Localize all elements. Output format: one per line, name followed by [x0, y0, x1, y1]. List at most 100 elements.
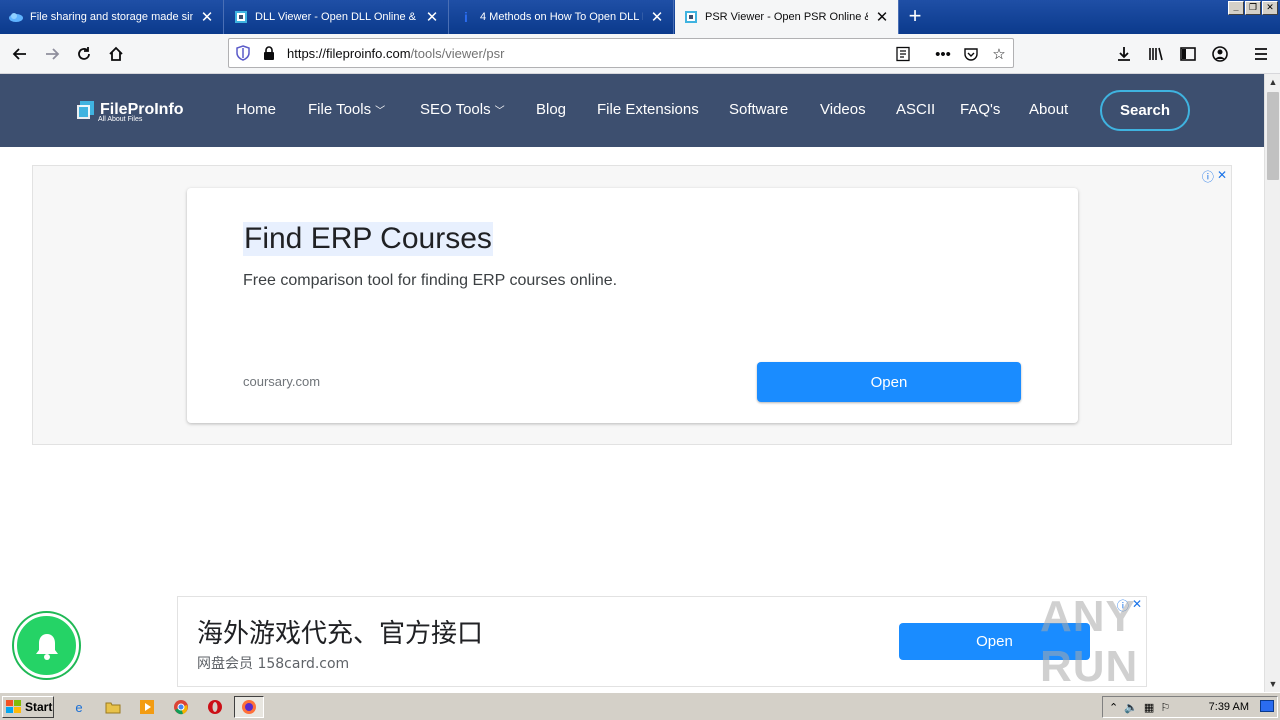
scroll-down-arrow-icon[interactable]: ▼: [1265, 676, 1280, 692]
bell-icon: [35, 633, 58, 660]
ad-headline[interactable]: Find ERP Courses: [243, 222, 493, 256]
account-icon[interactable]: [1206, 40, 1234, 68]
url-host: https://fileproinfo.com: [287, 46, 411, 61]
start-button[interactable]: Start: [2, 696, 54, 718]
close-icon[interactable]: ✕: [649, 9, 665, 26]
url-path: /tools/viewer/psr: [410, 46, 505, 61]
ad-headline[interactable]: 海外游戏代充、官方接口: [197, 613, 483, 650]
menu-label: File Tools: [308, 101, 372, 118]
info-icon: i: [464, 9, 468, 25]
menu-label: Videos: [820, 101, 866, 118]
ad-domain[interactable]: coursary.com: [243, 374, 320, 389]
tab-dll-viewer[interactable]: DLL Viewer - Open DLL Online & Fr ✕: [225, 0, 449, 34]
reader-view-icon[interactable]: [893, 44, 913, 64]
search-button[interactable]: Search: [1100, 90, 1190, 131]
show-desktop-icon[interactable]: [1260, 700, 1274, 712]
tab-4-methods[interactable]: i 4 Methods on How To Open DLL Fi ✕: [450, 0, 674, 34]
menu-label: ASCII: [896, 101, 936, 118]
menu-ascii[interactable]: ASCII: [896, 101, 935, 118]
firefox-taskbar-item[interactable]: [234, 696, 264, 718]
notification-bell-button[interactable]: [14, 613, 79, 678]
menu-seo-tools[interactable]: SEO Tools ﹀: [420, 101, 505, 118]
clock[interactable]: 7:39 AM: [1209, 701, 1249, 713]
chrome-icon[interactable]: [172, 698, 190, 716]
close-icon[interactable]: ✕: [199, 9, 215, 26]
page-actions-icon[interactable]: •••: [933, 44, 953, 64]
page-scrollbar[interactable]: ▲ ▼: [1264, 74, 1280, 692]
sidebar-icon[interactable]: [1174, 40, 1202, 68]
menu-label: FAQ's: [960, 101, 1001, 118]
menu-blog[interactable]: Blog: [536, 101, 566, 118]
ad-info-icon[interactable]: ⓘ: [1202, 168, 1214, 185]
pocket-icon[interactable]: [961, 44, 981, 64]
ad-open-button[interactable]: Open: [757, 362, 1021, 402]
logo-mark-icon: [76, 100, 96, 120]
anyrun-watermark: ANY RUN: [1040, 592, 1139, 691]
reload-button[interactable]: [70, 40, 98, 68]
menu-file-extensions[interactable]: File Extensions: [597, 101, 699, 118]
ad-subtext: 网盘会员 158card.com: [197, 656, 350, 672]
folder-icon[interactable]: [104, 698, 122, 716]
menu-faqs[interactable]: FAQ's: [960, 101, 1000, 118]
cloud-icon: [8, 9, 24, 25]
menu-label: Blog: [536, 101, 567, 118]
opera-icon[interactable]: [206, 698, 224, 716]
menu-icon[interactable]: [1247, 40, 1275, 68]
menu-home[interactable]: Home: [236, 101, 276, 118]
windows-logo-icon: [6, 700, 22, 714]
chevron-down-icon: ﹀: [494, 106, 505, 117]
menu-software[interactable]: Software: [729, 101, 788, 118]
fileproinfo-icon: [233, 9, 249, 25]
site-header: FileProInfo All About Files Home File To…: [0, 74, 1264, 147]
logo-tagline: All About Files: [98, 116, 143, 123]
bookmark-star-icon[interactable]: ☆: [989, 44, 1009, 64]
scrollbar-thumb[interactable]: [1267, 92, 1279, 180]
fileproinfo-icon: [683, 9, 699, 25]
shield-icon[interactable]: [235, 45, 251, 61]
flag-icon[interactable]: ⚐: [1160, 701, 1170, 714]
close-icon[interactable]: ✕: [424, 9, 440, 26]
tab-title: 4 Methods on How To Open DLL Fi: [480, 11, 643, 23]
library-icon[interactable]: [1142, 40, 1170, 68]
home-button[interactable]: [102, 40, 130, 68]
minimize-button[interactable]: _: [1228, 1, 1244, 15]
menu-label: Software: [729, 101, 789, 118]
ad-description: Free comparison tool for finding ERP cou…: [243, 272, 618, 289]
volume-icon[interactable]: 🔈: [1124, 701, 1138, 714]
downloads-icon[interactable]: [1110, 40, 1138, 68]
lock-icon[interactable]: [261, 45, 277, 61]
forward-button[interactable]: [38, 40, 66, 68]
new-tab-button[interactable]: +: [902, 4, 928, 30]
menu-label: About: [1029, 101, 1069, 118]
ad-choices: ⓘ ✕: [1202, 168, 1227, 185]
ad-card[interactable]: Find ERP Courses Free comparison tool fo…: [187, 188, 1078, 423]
close-window-button[interactable]: ✕: [1262, 1, 1278, 15]
chevron-down-icon: ﹀: [375, 106, 386, 117]
network-icon[interactable]: ▦: [1144, 701, 1154, 714]
internet-explorer-icon[interactable]: e: [70, 698, 88, 716]
ad-close-icon[interactable]: ✕: [1217, 168, 1227, 185]
menu-videos[interactable]: Videos: [820, 101, 866, 118]
back-button[interactable]: [6, 40, 34, 68]
url-text: https://fileproinfo.com/tools/viewer/psr: [287, 46, 504, 61]
tab-strip: File sharing and storage made simp ✕ DLL…: [0, 0, 1280, 34]
tray-expand-icon[interactable]: ⌃: [1109, 701, 1118, 714]
menu-about[interactable]: About: [1029, 101, 1068, 118]
restore-button[interactable]: ❐: [1245, 1, 1261, 15]
close-icon[interactable]: ✕: [874, 9, 890, 26]
scroll-up-arrow-icon[interactable]: ▲: [1265, 74, 1280, 90]
system-tray: ⌃ 🔈 ▦ ⚐ 7:39 AM: [1102, 696, 1278, 718]
address-bar[interactable]: https://fileproinfo.com/tools/viewer/psr…: [228, 38, 1014, 68]
tab-psr-viewer[interactable]: PSR Viewer - Open PSR Online & F ✕: [675, 0, 899, 34]
tab-title: PSR Viewer - Open PSR Online & F: [705, 11, 868, 23]
firefox-icon: [242, 700, 256, 714]
logo-name: FileProInfo: [100, 101, 184, 118]
window-controls: _ ❐ ✕: [1228, 1, 1278, 15]
advertisement-banner-bottom[interactable]: ⓘ ✕ 海外游戏代充、官方接口 网盘会员 158card.com Open: [177, 596, 1147, 687]
site-logo[interactable]: FileProInfo All About Files: [76, 100, 184, 123]
menu-file-tools[interactable]: File Tools ﹀: [308, 101, 385, 118]
tab-file-sharing[interactable]: File sharing and storage made simp ✕: [0, 0, 224, 34]
start-label: Start: [25, 700, 53, 714]
menu-label: SEO Tools: [420, 101, 491, 118]
media-player-icon[interactable]: [138, 698, 156, 716]
